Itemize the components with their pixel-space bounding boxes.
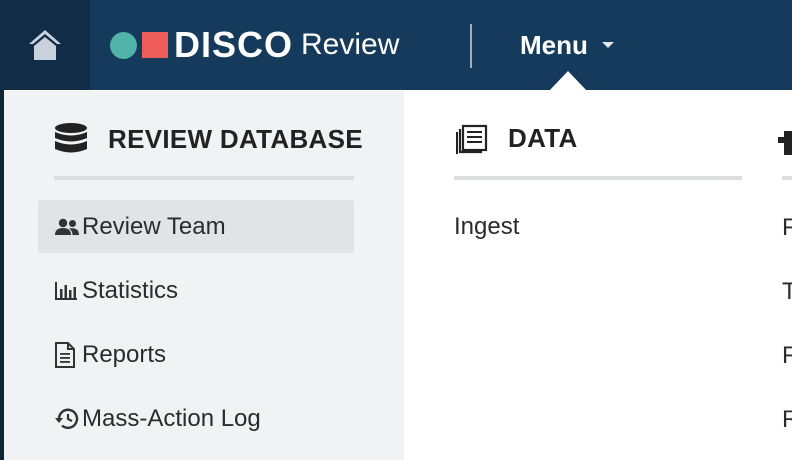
partial-menu-item[interactable]: R: [782, 406, 792, 434]
data-heading: DATA: [454, 123, 578, 154]
history-icon: [54, 407, 82, 431]
review-database-column: REVIEW DATABASE Review Team Statistics R…: [4, 91, 404, 460]
users-icon: [54, 218, 82, 236]
review-database-heading: REVIEW DATABASE: [54, 123, 363, 155]
partial-menu-item[interactable]: F: [782, 342, 792, 370]
logo-circle-mark: [110, 31, 137, 59]
bar-chart-icon: [54, 281, 82, 301]
logo-wordmark: DISCO: [174, 24, 294, 65]
menu-label: Menu: [520, 29, 588, 60]
menu-item-label: Review Team: [82, 212, 226, 240]
home-icon: [29, 30, 61, 60]
documents-icon: [456, 124, 488, 154]
partial-menu-item[interactable]: T: [782, 278, 792, 306]
top-navigation-bar: DISCO Review Menu: [0, 0, 792, 90]
partial-menu-item[interactable]: F: [782, 214, 792, 242]
chevron-down-icon: [601, 42, 614, 48]
menu-item-statistics[interactable]: Statistics: [54, 264, 178, 317]
logo-square-mark: [142, 32, 168, 58]
menu-item-reports[interactable]: Reports: [54, 328, 166, 381]
menu-item-label: Mass-Action Log: [82, 404, 261, 432]
menu-item-mass-action-log[interactable]: Mass-Action Log: [54, 392, 261, 445]
logo-product-name: Review: [301, 28, 400, 61]
document-icon: [54, 341, 82, 368]
menu-item-label: Statistics: [82, 276, 179, 304]
topbar-divider: [470, 24, 472, 68]
menu-item-review-team[interactable]: Review Team: [38, 200, 354, 253]
review-database-title: REVIEW DATABASE: [108, 123, 363, 154]
menu-dropdown-panel: REVIEW DATABASE Review Team Statistics R…: [4, 91, 792, 460]
partial-column-icon: [778, 131, 792, 155]
home-button[interactable]: [0, 0, 90, 90]
partial-column-rule: [782, 176, 792, 180]
review-database-rule: [54, 176, 354, 180]
database-icon: [55, 123, 87, 153]
menu-item-label: Ingest: [454, 212, 520, 240]
menu-item-label: Reports: [82, 340, 167, 368]
disco-review-logo[interactable]: DISCO Review: [110, 0, 399, 90]
menu-item-ingest[interactable]: Ingest: [454, 200, 519, 253]
data-rule: [454, 176, 742, 180]
data-title: DATA: [508, 123, 578, 153]
dropdown-pointer: [549, 71, 587, 91]
